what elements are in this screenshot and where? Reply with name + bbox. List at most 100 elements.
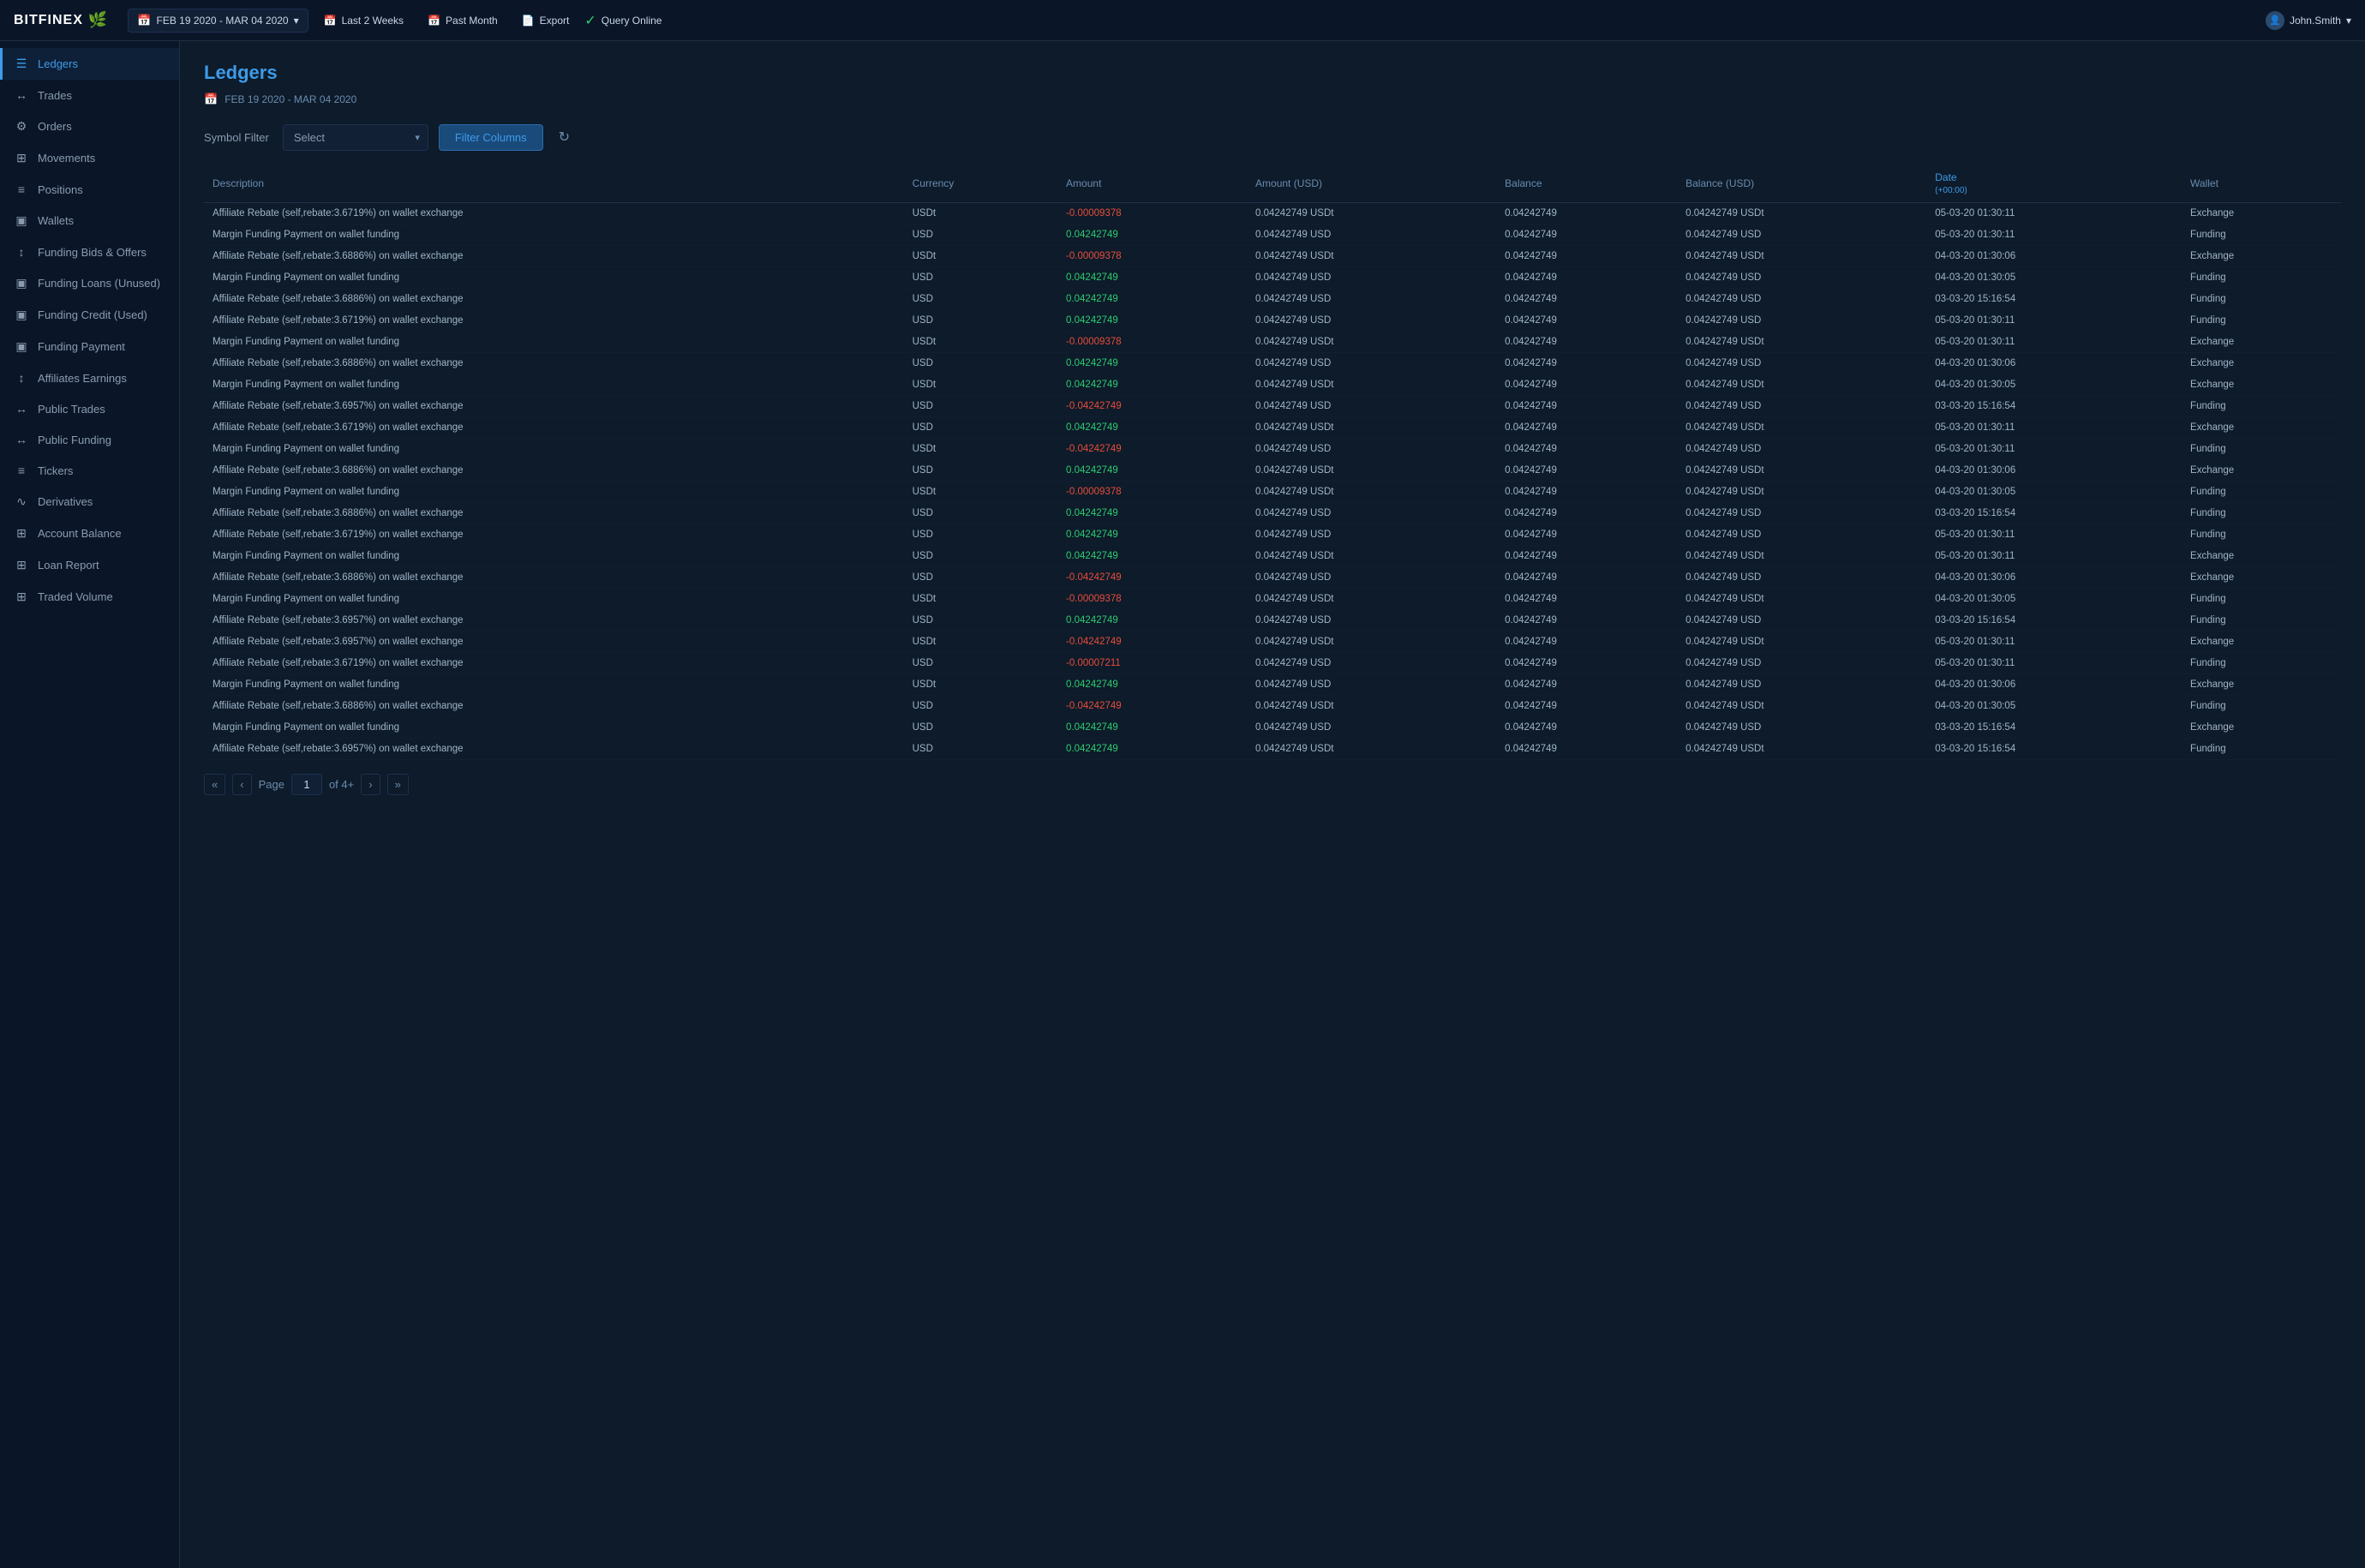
cell-description: Affiliate Rebate (self,rebate:3.6886%) o… — [204, 246, 904, 267]
traded-volume-icon: ⊞ — [14, 589, 29, 604]
cell-amount-usd: 0.04242749 USD — [1247, 396, 1496, 417]
sidebar-item-funding-payment[interactable]: ▣ Funding Payment — [0, 331, 179, 362]
table-body: Affiliate Rebate (self,rebate:3.6719%) o… — [204, 203, 2341, 760]
cell-date: 03-03-20 15:16:54 — [1926, 289, 2182, 310]
logo-leaf-icon: 🌿 — [88, 11, 107, 29]
sidebar: ☰ Ledgers ↔ Trades ⚙ Orders ⊞ Movements … — [0, 41, 180, 1568]
cell-date: 04-03-20 01:30:05 — [1926, 374, 2182, 396]
page-title: Ledgers — [204, 62, 2341, 84]
cell-balance-usd: 0.04242749 USDt — [1677, 631, 1926, 653]
cell-balance-usd: 0.04242749 USD — [1677, 224, 1926, 246]
sidebar-item-loan-report[interactable]: ⊞ Loan Report — [0, 549, 179, 581]
filter-row: Symbol Filter Select Filter Columns ↻ — [204, 123, 2341, 151]
cell-currency: USDt — [904, 674, 1057, 696]
cell-description: Margin Funding Payment on wallet funding — [204, 224, 904, 246]
user-menu[interactable]: 👤 John.Smith ▾ — [2266, 11, 2351, 30]
cell-balance-usd: 0.04242749 USD — [1677, 567, 1926, 589]
cell-balance-usd: 0.04242749 USD — [1677, 610, 1926, 631]
query-online-btn[interactable]: ✓ Query Online — [584, 12, 662, 29]
sidebar-item-account-balance[interactable]: ⊞ Account Balance — [0, 518, 179, 549]
sidebar-item-public-trades[interactable]: ↔ Public Trades — [0, 393, 179, 424]
page-number-input[interactable] — [291, 774, 322, 795]
cell-amount-usd: 0.04242749 USD — [1247, 439, 1496, 460]
cell-amount: 0.04242749 — [1057, 503, 1247, 524]
last-page-button[interactable]: » — [387, 774, 409, 795]
cell-balance-usd: 0.04242749 USDt — [1677, 482, 1926, 503]
cell-balance: 0.04242749 — [1496, 610, 1677, 631]
sidebar-item-label: Loan Report — [38, 559, 99, 572]
symbol-filter-select[interactable]: Select — [283, 124, 428, 151]
cell-balance-usd: 0.04242749 USD — [1677, 524, 1926, 546]
date-range-picker[interactable]: 📅 FEB 19 2020 - MAR 04 2020 ▾ — [128, 9, 308, 33]
cell-description: Margin Funding Payment on wallet funding — [204, 482, 904, 503]
next-page-button[interactable]: › — [361, 774, 380, 795]
cell-balance: 0.04242749 — [1496, 696, 1677, 717]
cell-currency: USD — [904, 353, 1057, 374]
prev-page-button[interactable]: ‹ — [232, 774, 251, 795]
sidebar-item-movements[interactable]: ⊞ Movements — [0, 142, 179, 174]
cell-balance: 0.04242749 — [1496, 439, 1677, 460]
cell-date: 04-03-20 01:30:06 — [1926, 674, 2182, 696]
sidebar-item-label: Movements — [38, 152, 95, 165]
sidebar-item-orders[interactable]: ⚙ Orders — [0, 111, 179, 142]
sidebar-item-wallets[interactable]: ▣ Wallets — [0, 205, 179, 236]
sidebar-item-derivatives[interactable]: ∿ Derivatives — [0, 486, 179, 518]
cell-date: 04-03-20 01:30:06 — [1926, 460, 2182, 482]
past-month-label: Past Month — [446, 15, 498, 27]
cell-currency: USD — [904, 696, 1057, 717]
refresh-button[interactable]: ↻ — [554, 123, 575, 151]
cell-amount: 0.04242749 — [1057, 267, 1247, 289]
topnav-controls: 📅 FEB 19 2020 - MAR 04 2020 ▾ 📅 Last 2 W… — [128, 9, 2266, 33]
sidebar-item-traded-volume[interactable]: ⊞ Traded Volume — [0, 581, 179, 613]
export-btn[interactable]: 📄 Export — [513, 10, 578, 31]
cell-currency: USD — [904, 267, 1057, 289]
cell-balance-usd: 0.04242749 USDt — [1677, 589, 1926, 610]
tickers-icon: ≡ — [14, 464, 29, 477]
cell-amount-usd: 0.04242749 USD — [1247, 503, 1496, 524]
sidebar-item-tickers[interactable]: ≡ Tickers — [0, 455, 179, 486]
past-month-btn[interactable]: 📅 Past Month — [419, 10, 506, 31]
filter-columns-button[interactable]: Filter Columns — [439, 124, 543, 151]
cell-amount-usd: 0.04242749 USD — [1247, 289, 1496, 310]
sidebar-item-label: Affiliates Earnings — [38, 372, 127, 385]
cell-amount: 0.04242749 — [1057, 524, 1247, 546]
cell-balance: 0.04242749 — [1496, 332, 1677, 353]
sidebar-item-ledgers[interactable]: ☰ Ledgers — [0, 48, 179, 80]
cell-wallet: Exchange — [2182, 460, 2341, 482]
date-range-label: FEB 19 2020 - MAR 04 2020 — [157, 15, 289, 27]
table-row: Margin Funding Payment on wallet funding… — [204, 717, 2341, 739]
cell-wallet: Funding — [2182, 696, 2341, 717]
cell-balance: 0.04242749 — [1496, 674, 1677, 696]
last2weeks-btn[interactable]: 📅 Last 2 Weeks — [315, 10, 412, 31]
cell-balance: 0.04242749 — [1496, 224, 1677, 246]
cell-description: Margin Funding Payment on wallet funding — [204, 717, 904, 739]
first-page-button[interactable]: « — [204, 774, 225, 795]
sidebar-item-label: Public Trades — [38, 403, 105, 416]
funding-payment-icon: ▣ — [14, 339, 29, 354]
cell-balance-usd: 0.04242749 USD — [1677, 396, 1926, 417]
symbol-filter-select-wrap[interactable]: Select — [283, 124, 428, 151]
cell-date: 05-03-20 01:30:11 — [1926, 546, 2182, 567]
cell-amount-usd: 0.04242749 USD — [1247, 224, 1496, 246]
col-wallet: Wallet — [2182, 165, 2341, 203]
sidebar-item-public-funding[interactable]: ↔ Public Funding — [0, 424, 179, 455]
cell-wallet: Funding — [2182, 267, 2341, 289]
cell-amount: 0.04242749 — [1057, 374, 1247, 396]
topnav: BITFINEX 🌿 📅 FEB 19 2020 - MAR 04 2020 ▾… — [0, 0, 2365, 41]
sidebar-item-funding-bids[interactable]: ↕ Funding Bids & Offers — [0, 236, 179, 267]
cell-description: Affiliate Rebate (self,rebate:3.6719%) o… — [204, 310, 904, 332]
pagination: « ‹ Page of 4+ › » — [204, 774, 2341, 795]
cell-wallet: Funding — [2182, 589, 2341, 610]
sidebar-item-affiliates[interactable]: ↕ Affiliates Earnings — [0, 362, 179, 393]
trades-icon: ↔ — [14, 88, 29, 102]
calendar-icon: 📅 — [137, 14, 151, 27]
table-header: Description Currency Amount Amount (USD)… — [204, 165, 2341, 203]
cell-amount-usd: 0.04242749 USD — [1247, 610, 1496, 631]
col-date[interactable]: Date (+00:00) — [1926, 165, 2182, 203]
table-row: Margin Funding Payment on wallet funding… — [204, 267, 2341, 289]
sidebar-item-trades[interactable]: ↔ Trades — [0, 80, 179, 111]
sidebar-item-funding-loans[interactable]: ▣ Funding Loans (Unused) — [0, 267, 179, 299]
cell-amount: 0.04242749 — [1057, 289, 1247, 310]
sidebar-item-funding-credit[interactable]: ▣ Funding Credit (Used) — [0, 299, 179, 331]
sidebar-item-positions[interactable]: ≡ Positions — [0, 174, 179, 205]
